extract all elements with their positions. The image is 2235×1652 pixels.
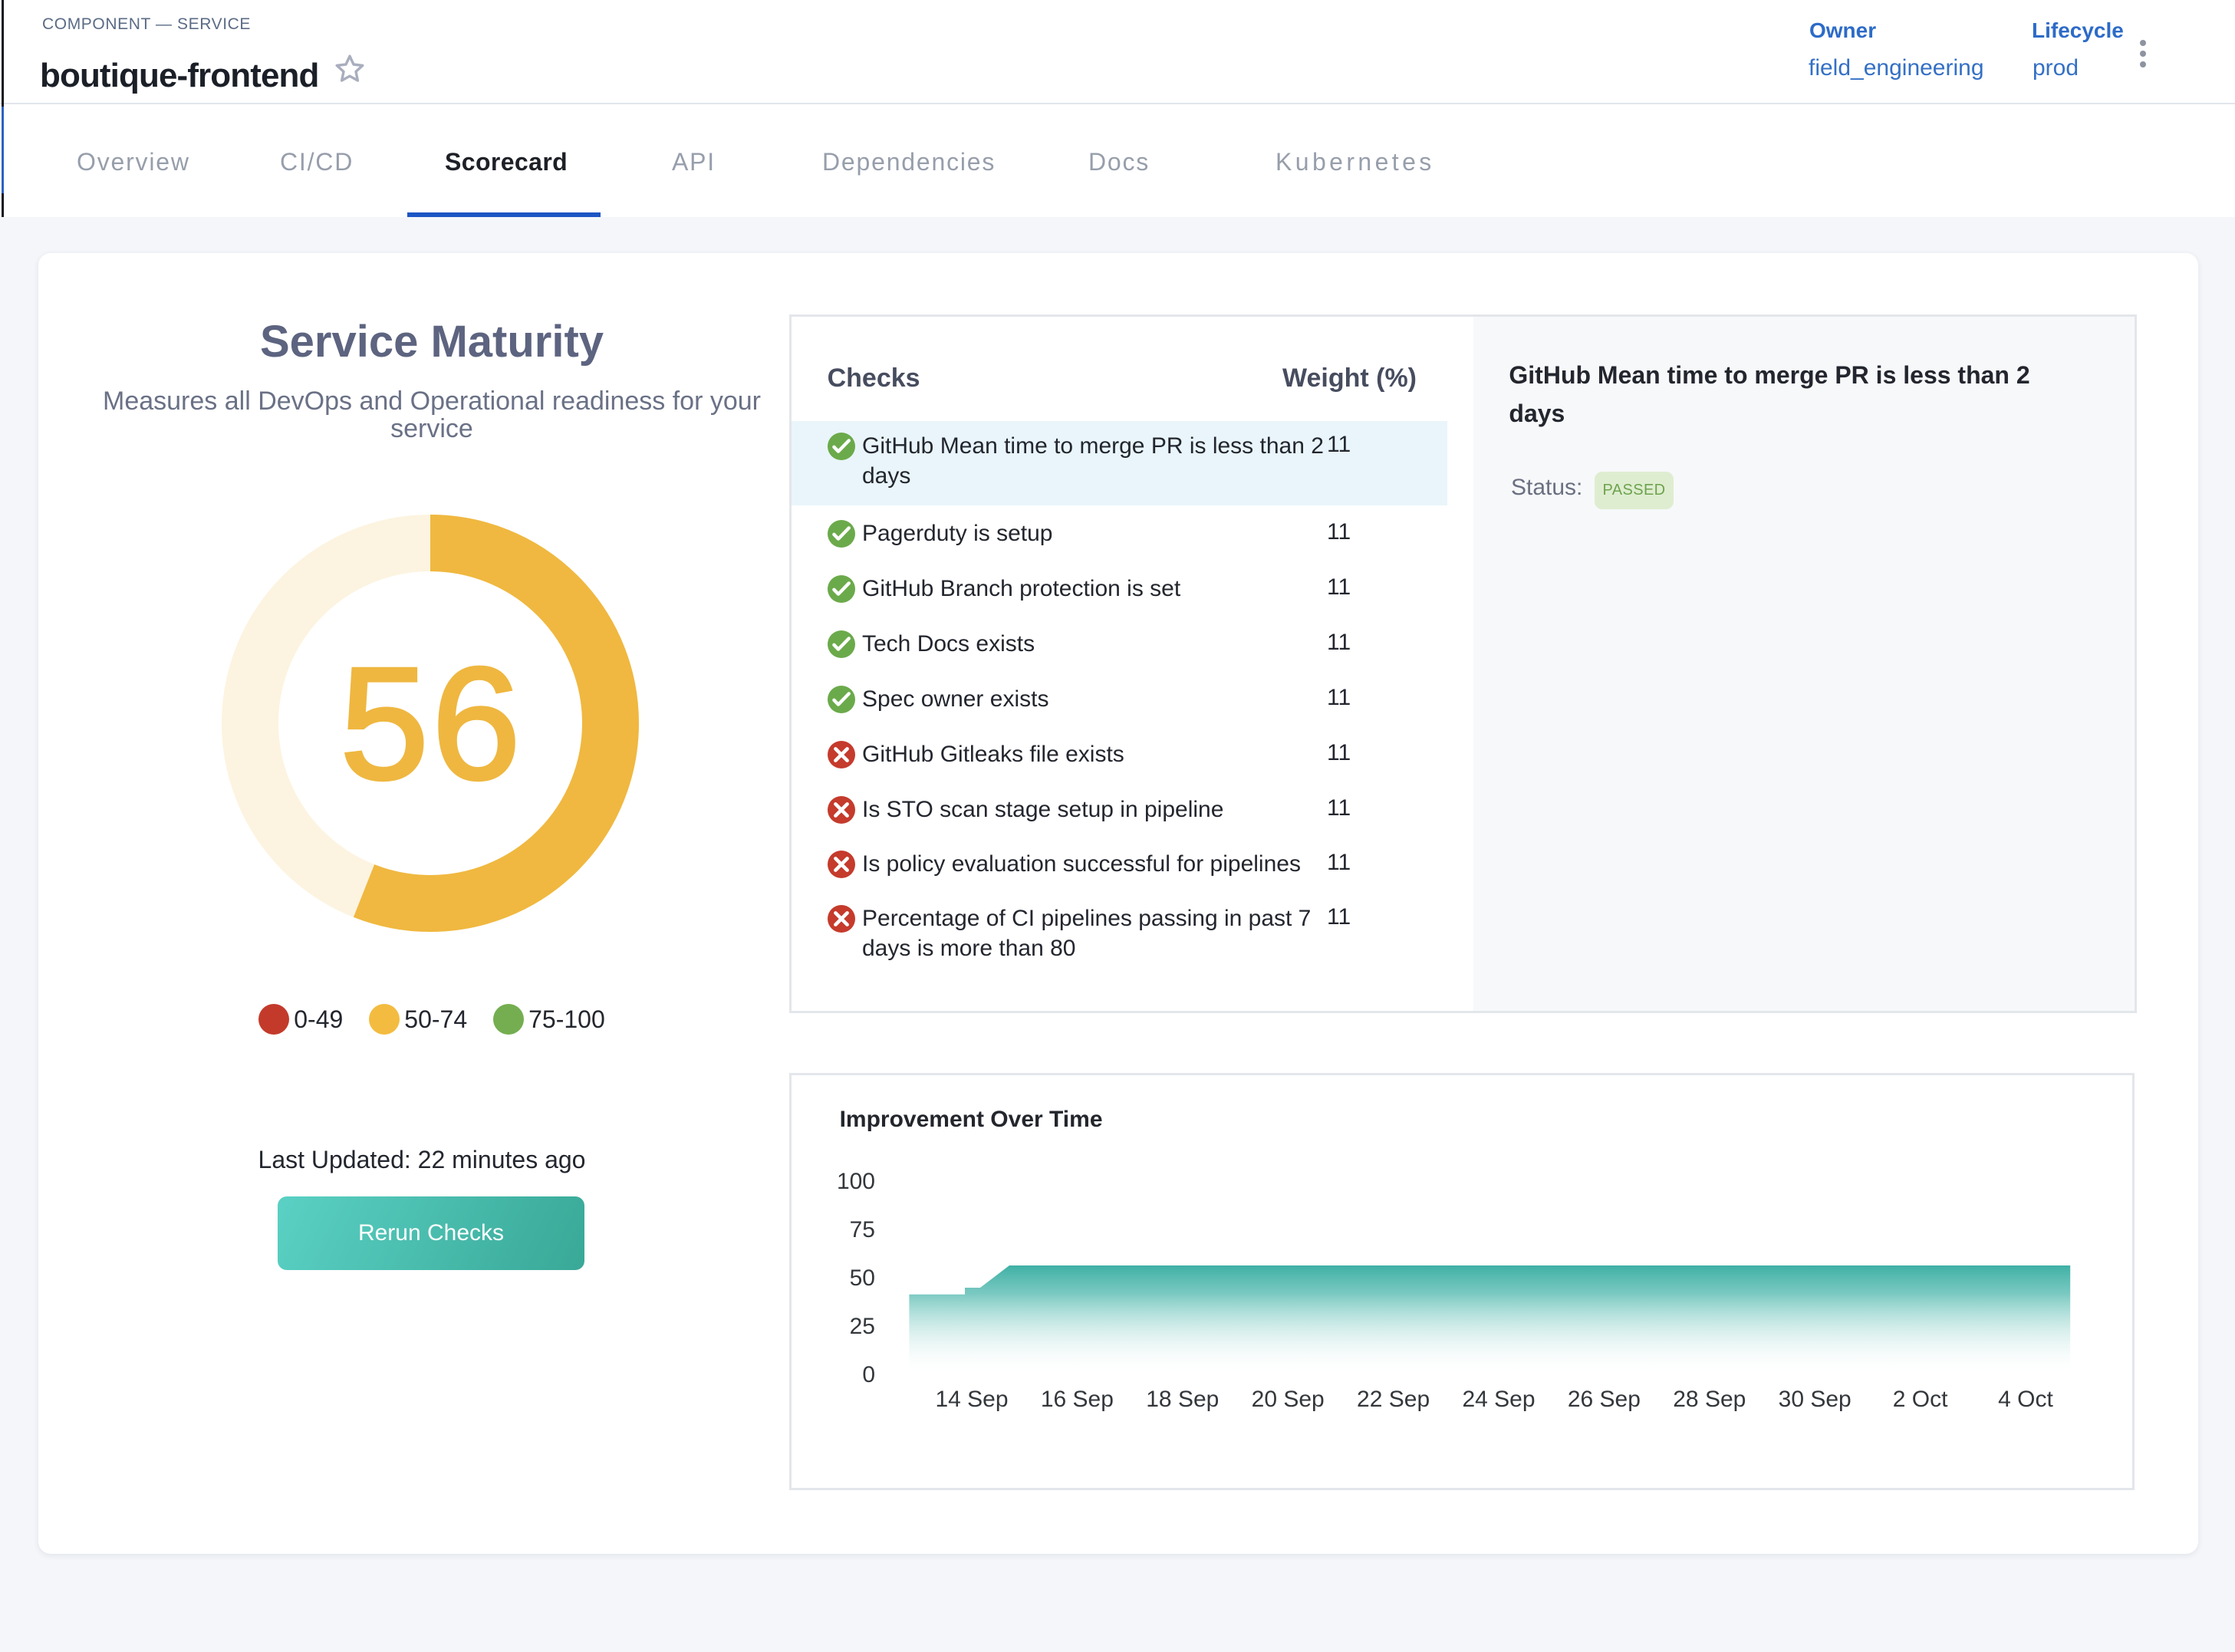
svg-text:56: 56	[340, 635, 523, 813]
